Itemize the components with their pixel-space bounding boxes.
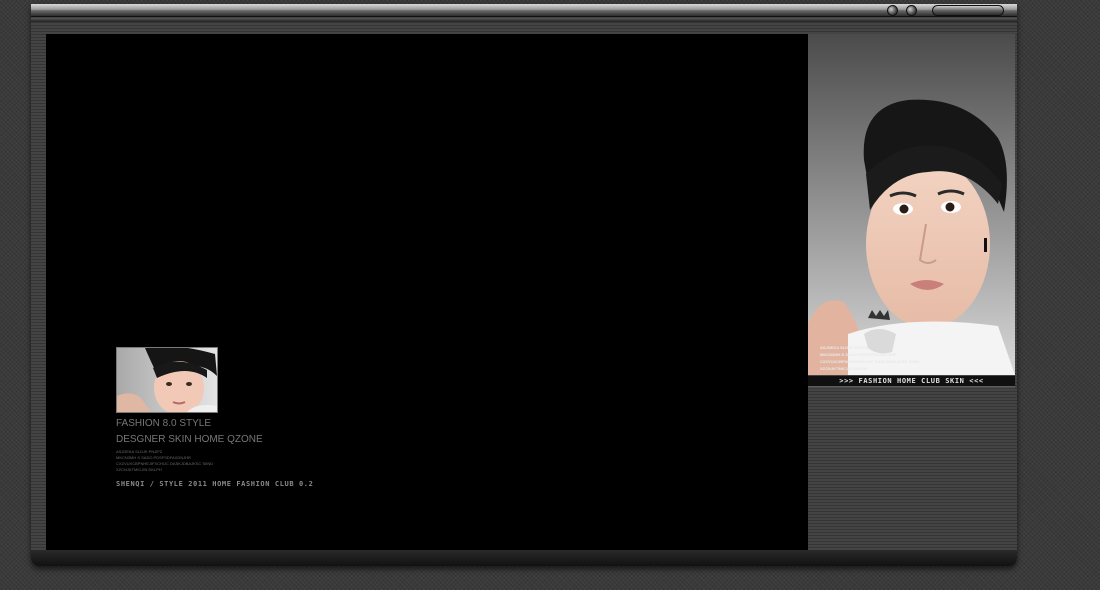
side-small-text: XZCNJKTMICJIN DKLPH <box>820 366 867 371</box>
skin-frame: FASHION 8.0 STYLE DESGNER SKIN HOME QZON… <box>31 4 1017 566</box>
side-banner[interactable]: >>> FASHION HOME CLUB SKIN <<< <box>808 376 1015 386</box>
top-bar <box>31 4 1017 17</box>
frame-bottom-edge <box>31 550 1017 566</box>
showcase-title-2: DESGNER SKIN HOME QZONE <box>116 434 263 445</box>
side-small-text: ASJDEKA SLDJK PNJIFZ <box>820 345 869 350</box>
window-dot-icon[interactable] <box>906 5 917 16</box>
showcase-footer: SHENQI / STYLE 2011 HOME FASHION CLUB 0.… <box>116 480 314 488</box>
showcase-small-text: CXZVUXCBPNHEJIFXCHIJC DASKJDBAJKSC SIIND <box>116 461 214 466</box>
top-divider <box>31 18 1017 22</box>
side-photo-panel: ASJDEKA SLDJK PNJIFZ MKCN3MH S SADO PDSF… <box>808 34 1015 375</box>
showcase-small-text: ASJDEKA SLDJK PNJIFZ <box>116 449 163 454</box>
profile-thumbnail[interactable] <box>116 347 218 413</box>
banner-divider <box>808 386 1015 389</box>
showcase-small-text: XZCNJKTMICJIN DKLPH <box>116 467 162 472</box>
portrait-photo-icon <box>808 34 1015 375</box>
main-content: FASHION 8.0 STYLE DESGNER SKIN HOME QZON… <box>46 34 808 551</box>
side-small-text: MKCN3MH S SADO PDSFSDFAXDNJHR <box>820 352 896 357</box>
window-dot-icon[interactable] <box>887 5 898 16</box>
showcase-small-text: MKCN3MH S SADO PDSFSDFAXDNJHR <box>116 455 191 460</box>
showcase-title-1: FASHION 8.0 STYLE <box>116 418 212 429</box>
side-small-text: CXZVUXCBPNHEJIFXCHIJC DASKJDBAJKSC SIIND <box>820 359 920 364</box>
window-pill-icon[interactable] <box>932 5 1004 16</box>
portrait-photo-icon <box>117 348 217 412</box>
